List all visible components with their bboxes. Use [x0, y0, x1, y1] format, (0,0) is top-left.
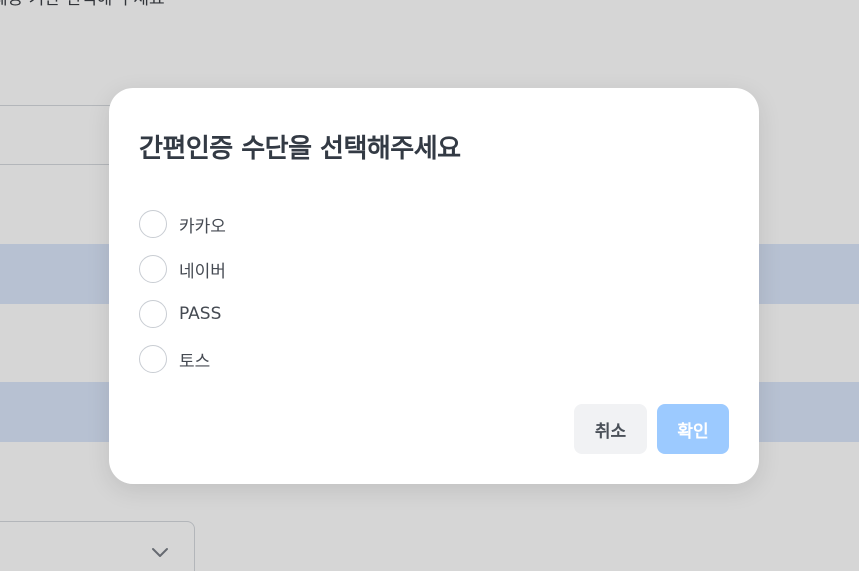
- radio-button[interactable]: [139, 255, 167, 283]
- confirm-button[interactable]: 확인: [657, 404, 729, 454]
- option-label: PASS: [179, 304, 222, 324]
- option-kakao[interactable]: 카카오: [139, 209, 226, 239]
- option-label: 카카오: [179, 216, 226, 237]
- option-label: 토스: [179, 351, 211, 372]
- option-label: 네이버: [179, 261, 226, 282]
- option-toss[interactable]: 토스: [139, 344, 226, 374]
- radio-button[interactable]: [139, 345, 167, 373]
- radio-button[interactable]: [139, 300, 167, 328]
- option-pass[interactable]: PASS: [139, 299, 226, 329]
- dialog-title: 간편인증 수단을 선택해주세요: [139, 134, 461, 164]
- cancel-button[interactable]: 취소: [574, 404, 647, 454]
- option-naver[interactable]: 네이버: [139, 254, 226, 284]
- auth-method-dialog: 간편인증 수단을 선택해주세요 카카오 네이버 PASS 토스 취소 확인: [109, 88, 759, 484]
- radio-button[interactable]: [139, 210, 167, 238]
- auth-method-options: 카카오 네이버 PASS 토스: [139, 209, 226, 389]
